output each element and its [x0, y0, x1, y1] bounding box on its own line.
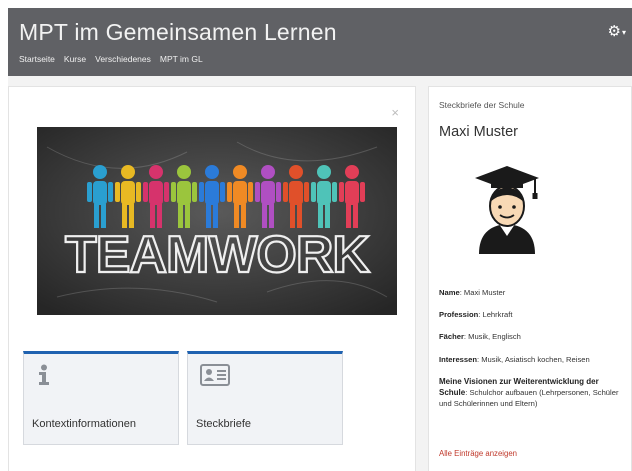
nav-mpt-im-gl[interactable]: MPT im GL — [160, 54, 203, 64]
site-title[interactable]: MPT im Gemeinsamen Lernen — [19, 19, 337, 46]
teamwork-illustration: TEAMWORK — [37, 127, 397, 315]
close-icon[interactable]: × — [391, 105, 399, 120]
nav-startseite[interactable]: Startseite — [19, 54, 55, 64]
profile-block: Steckbriefe der Schule Maxi Muster Name:… — [428, 86, 632, 471]
tile-steckbriefe[interactable]: Steckbriefe — [187, 351, 343, 445]
main-nav: Startseite Kurse Verschiedenes MPT im GL — [19, 54, 203, 64]
block-heading: Steckbriefe der Schule — [439, 100, 525, 110]
field-visionen: Meine Visionen zur Weiterentwicklung der… — [439, 377, 619, 408]
chevron-down-icon[interactable]: ▾ — [622, 28, 626, 37]
show-all-entries-link[interactable]: Alle Einträge anzeigen — [439, 449, 517, 458]
gear-icon[interactable]: ⚙ — [608, 23, 621, 40]
tile-label: Steckbriefe — [196, 418, 252, 430]
teamwork-banner-image: TEAMWORK — [37, 127, 397, 315]
field-profession: Profession: Lehrkraft — [439, 310, 513, 319]
field-faecher: Fächer: Musik, Englisch — [439, 332, 521, 341]
nav-verschiedenes[interactable]: Verschiedenes — [95, 54, 151, 64]
site-header: MPT im Gemeinsamen Lernen Startseite Kur… — [8, 8, 632, 76]
tile-kontextinformationen[interactable]: Kontextinformationen — [23, 351, 179, 445]
info-icon — [36, 364, 52, 391]
course-content-block: × TEAMWORK Kontextinformationen Steckbri… — [8, 86, 416, 471]
id-card-icon — [200, 364, 230, 391]
nav-kurse[interactable]: Kurse — [64, 54, 86, 64]
field-interessen: Interessen: Musik, Asiatisch kochen, Rei… — [439, 355, 590, 364]
field-name: Name: Maxi Muster — [439, 288, 506, 297]
profile-name: Maxi Muster — [439, 124, 518, 140]
settings-menu[interactable]: ⚙▾ — [608, 22, 626, 40]
tile-label: Kontextinformationen — [32, 418, 136, 430]
teamwork-banner-text: TEAMWORK — [65, 226, 370, 284]
graduate-avatar-icon — [469, 162, 545, 254]
